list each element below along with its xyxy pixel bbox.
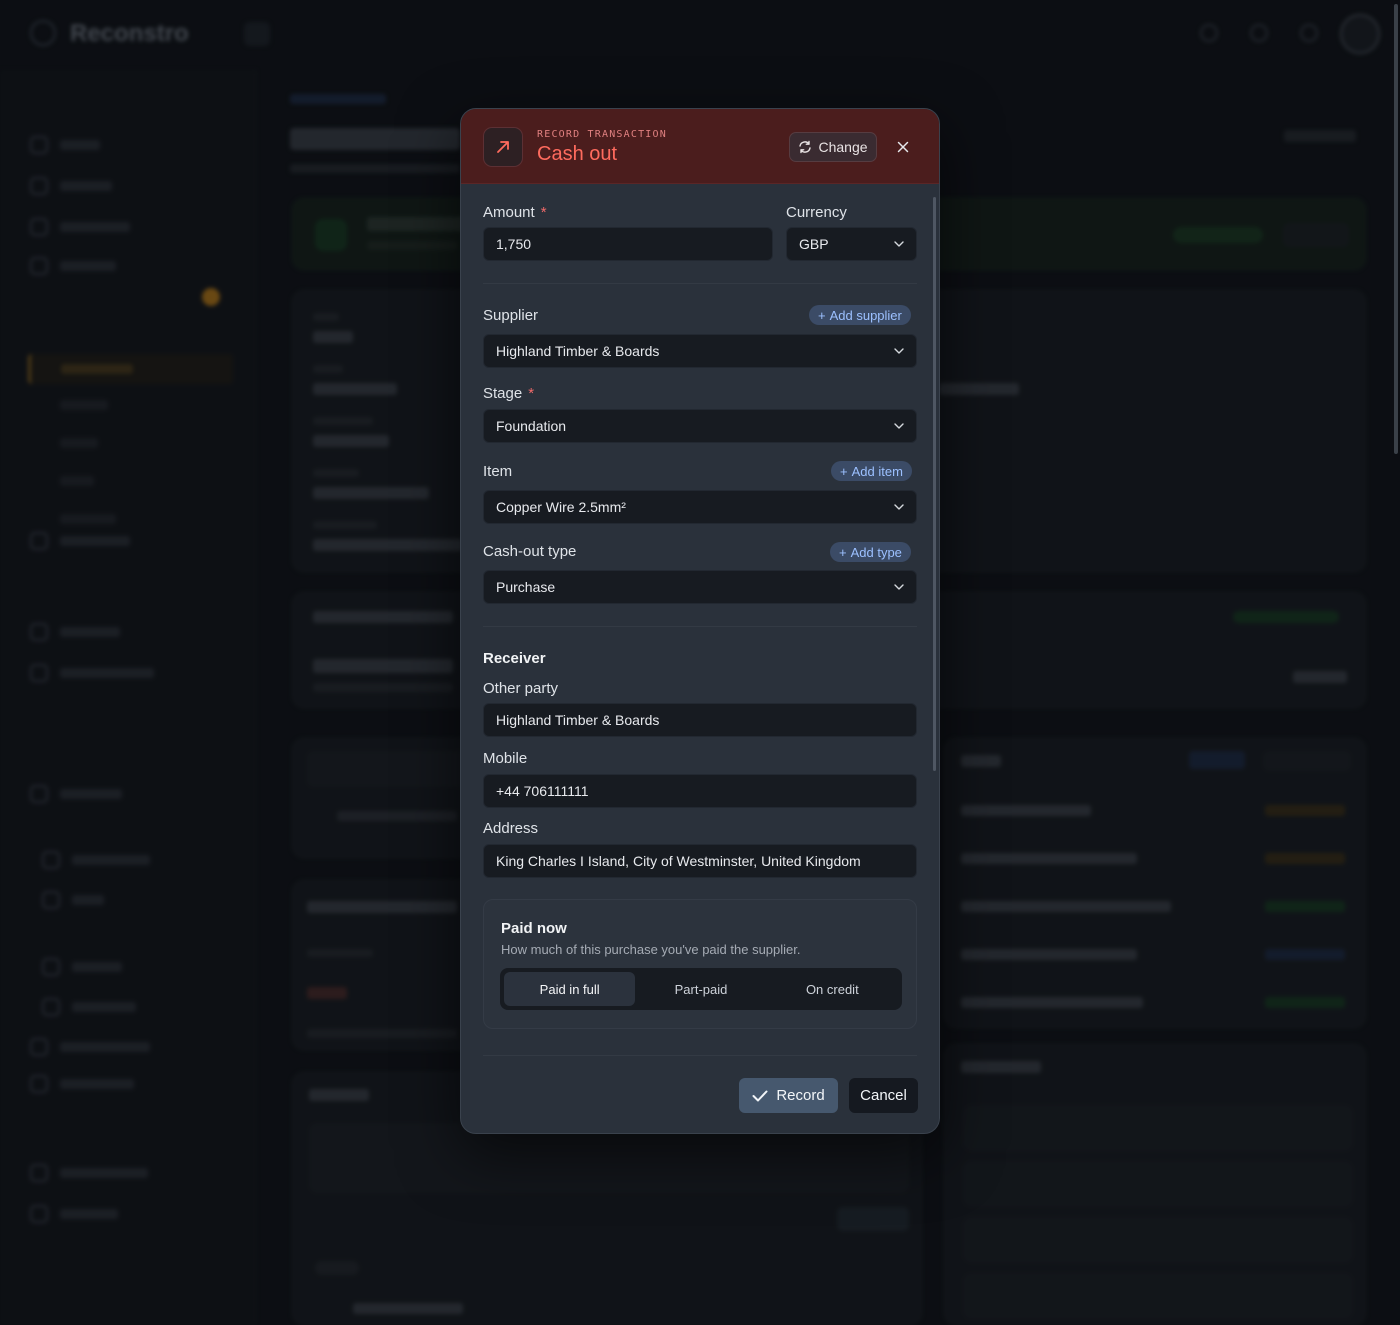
chevron-down-icon [894,502,904,512]
chevron-down-icon [894,421,904,431]
part-paid-option[interactable]: Part-paid [635,972,766,1006]
divider [483,1055,917,1056]
arrow-up-right-icon [483,127,523,167]
address-label: Address [483,820,539,837]
divider [483,626,917,627]
currency-label: Currency [786,204,847,221]
plus-icon: + [839,544,847,560]
item-label: Item [483,463,513,480]
receiver-title: Receiver [483,650,546,667]
record-button[interactable]: Record [739,1078,838,1113]
cashout-type-label: Cash-out type [483,543,577,560]
supplier-select[interactable]: Highland Timber & Boards [483,334,917,368]
currency-select[interactable]: GBP [786,227,917,261]
modal-scrollbar[interactable] [933,197,936,771]
modal-header: RECORD TRANSACTION Cash out Change [461,109,939,184]
stage-label: Stage * [483,385,535,402]
add-supplier-button[interactable]: + Add supplier [809,305,911,325]
page-scrollbar[interactable] [1394,4,1398,454]
supplier-label: Supplier [483,307,539,324]
mobile-label: Mobile [483,750,528,767]
modal-eyebrow: RECORD TRANSACTION [537,129,667,140]
add-type-button[interactable]: + Add type [830,542,911,562]
chevron-down-icon [894,239,904,249]
refresh-icon [798,140,812,154]
payment-status-segmented-control: Paid in full Part-paid On credit [500,968,902,1010]
change-type-button[interactable]: Change [789,132,877,162]
paid-now-card: Paid now How much of this purchase you'v… [483,899,917,1029]
other-party-label: Other party [483,680,559,697]
paid-now-subtitle: How much of this purchase you've paid th… [501,942,801,957]
amount-input[interactable]: 1,750 [483,227,773,261]
mobile-input[interactable]: +44 706111111 [483,774,917,808]
item-select[interactable]: Copper Wire 2.5mm² [483,490,917,524]
chevron-down-icon [894,582,904,592]
add-item-button[interactable]: + Add item [831,461,912,481]
divider [483,283,917,284]
plus-icon: + [818,307,826,323]
chevron-down-icon [894,346,904,356]
modal-title: Cash out [537,143,618,165]
cashout-type-select[interactable]: Purchase [483,570,917,604]
paid-in-full-option[interactable]: Paid in full [504,972,636,1006]
paid-now-title: Paid now [501,920,567,937]
address-input[interactable]: King Charles I Island, City of Westminst… [483,844,917,878]
stage-select[interactable]: Foundation [483,409,917,443]
other-party-input[interactable]: Highland Timber & Boards [483,703,917,737]
plus-icon: + [840,463,848,479]
amount-label: Amount * [483,204,547,221]
record-label: Record [776,1087,825,1104]
check-icon [752,1090,768,1102]
on-credit-option[interactable]: On credit [767,972,898,1006]
change-label: Change [818,139,868,155]
record-transaction-modal: RECORD TRANSACTION Cash out Change Amoun… [460,108,940,1134]
close-icon [897,141,909,153]
close-button[interactable] [891,135,915,159]
cancel-button[interactable]: Cancel [849,1078,918,1113]
